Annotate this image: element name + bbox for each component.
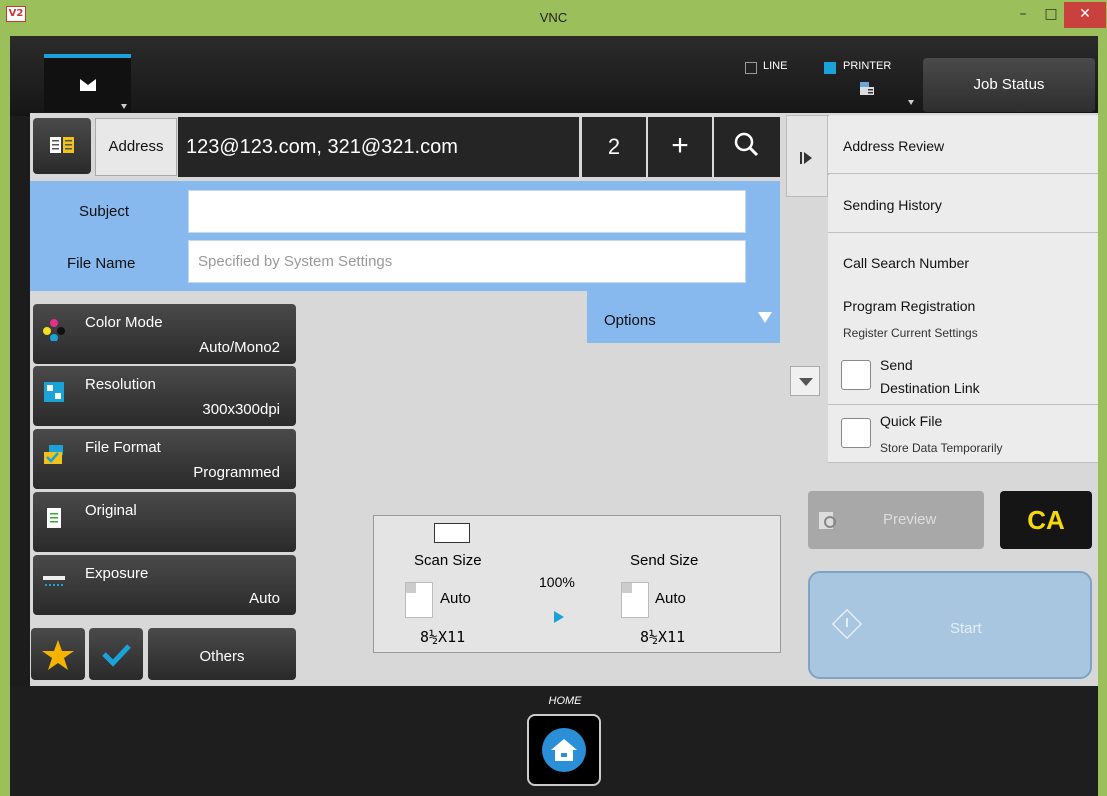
others-button[interactable]: Others — [148, 628, 296, 680]
filename-input[interactable]: Specified by System Settings — [188, 240, 746, 283]
close-button[interactable]: ✕ — [1064, 2, 1106, 28]
tray-icon — [434, 523, 470, 543]
address-label: Address — [95, 118, 177, 176]
file-format-button[interactable]: File Format Programmed — [33, 429, 296, 489]
original-icon — [47, 508, 61, 528]
program-registration-item[interactable]: Program Registration Register Current Se… — [828, 290, 1098, 348]
exposure-button[interactable]: Exposure Auto — [33, 555, 296, 615]
scroll-down-icon — [799, 378, 813, 386]
file-format-value: Programmed — [193, 464, 280, 481]
options-label: Options — [604, 312, 656, 329]
play-arrow-icon — [554, 611, 564, 623]
window-title: VNC — [539, 10, 568, 25]
start-button[interactable]: Start — [808, 571, 1092, 679]
resolution-button[interactable]: Resolution 300x300dpi — [33, 366, 296, 426]
search-address-button[interactable] — [714, 117, 780, 177]
send-destination-checkbox[interactable] — [841, 360, 871, 390]
address-book-icon — [50, 137, 74, 153]
send-size-label: Send Size — [630, 552, 699, 569]
printer-indicator-icon — [824, 62, 836, 74]
preview-button[interactable]: Preview — [808, 491, 984, 549]
search-icon — [734, 132, 759, 157]
color-mode-icon — [43, 319, 65, 341]
chevron-down-icon — [121, 104, 127, 109]
quick-file-item[interactable]: Quick File Store Data Temporarily — [828, 405, 1098, 463]
color-mode-title: Color Mode — [85, 314, 163, 331]
preview-icon — [819, 512, 836, 529]
resolution-icon — [44, 382, 64, 402]
call-search-number-item[interactable]: Call Search Number — [828, 233, 1098, 291]
home-icon — [551, 739, 577, 761]
original-button[interactable]: Original — [33, 492, 296, 552]
color-mode-button[interactable]: Color Mode Auto/Mono2 — [33, 304, 296, 364]
quick-file-label: Quick File — [880, 413, 943, 429]
call-search-number-label: Call Search Number — [843, 255, 970, 271]
star-icon — [42, 640, 74, 670]
scan-paper-icon — [405, 582, 433, 618]
printer-icon[interactable] — [859, 81, 875, 97]
home-circle-icon — [542, 728, 586, 772]
collapse-arrow-icon — [804, 152, 812, 164]
address-review-label: Address Review — [843, 138, 945, 154]
subject-input[interactable] — [188, 190, 746, 233]
printer-label: PRINTER — [843, 60, 892, 72]
send-size-value: Auto — [655, 590, 686, 607]
send-paper-size: 8½X11 — [640, 628, 686, 646]
destination-link-label: Destination Link — [880, 380, 980, 396]
color-mode-value: Auto/Mono2 — [199, 339, 280, 356]
quick-file-checkbox[interactable] — [841, 418, 871, 448]
sending-history-item[interactable]: Sending History — [828, 175, 1098, 233]
options-tab[interactable]: Options — [587, 290, 780, 343]
sending-history-label: Sending History — [843, 197, 942, 213]
checkmark-icon — [102, 644, 131, 667]
address-field[interactable]: 123@123.com, 321@321.com — [178, 117, 579, 177]
options-chevron-icon — [758, 312, 772, 323]
clear-all-button[interactable]: CA — [1000, 491, 1092, 549]
vnc-window: V2 VNC – □ ✕ LINE PRINTER Job Status Add… — [0, 0, 1107, 796]
scan-paper-size: 8½X11 — [420, 628, 466, 646]
send-label: Send — [880, 357, 913, 373]
program-registration-label: Program Registration — [843, 298, 976, 314]
file-format-title: File Format — [85, 439, 161, 456]
address-book-button[interactable] — [33, 118, 91, 174]
scroll-down-button[interactable] — [790, 366, 820, 396]
collapse-panel-button[interactable] — [786, 115, 828, 197]
favorites-button[interactable] — [31, 628, 85, 680]
exposure-value: Auto — [249, 590, 280, 607]
maximize-button[interactable]: □ — [1036, 2, 1066, 28]
exposure-title: Exposure — [85, 565, 149, 582]
send-destination-link-item[interactable]: Send Destination Link — [828, 347, 1098, 405]
start-icon — [831, 608, 863, 640]
address-count-button[interactable]: 2 — [582, 117, 646, 177]
add-address-button[interactable]: + — [648, 117, 712, 177]
home-label: HOME — [548, 695, 582, 707]
job-status-button[interactable]: Job Status — [923, 58, 1095, 112]
printer-chevron-icon — [908, 100, 914, 105]
home-button[interactable] — [527, 714, 601, 786]
check-button[interactable] — [89, 628, 143, 680]
file-format-icon — [44, 445, 63, 464]
send-paper-icon — [621, 582, 649, 618]
preview-label: Preview — [883, 511, 937, 528]
original-title: Original — [85, 502, 137, 519]
ratio-label: 100% — [539, 574, 575, 590]
resolution-title: Resolution — [85, 376, 156, 393]
envelope-icon — [80, 79, 96, 91]
collapse-bar-icon — [800, 152, 802, 164]
address-review-item[interactable]: Address Review — [828, 116, 1098, 174]
minimize-button[interactable]: – — [1008, 2, 1038, 28]
quick-file-sub: Store Data Temporarily — [880, 441, 1003, 455]
scan-size-label: Scan Size — [414, 552, 482, 569]
scan-size-value: Auto — [440, 590, 471, 607]
program-registration-sub: Register Current Settings — [843, 326, 978, 340]
email-mode-tab[interactable] — [44, 54, 131, 112]
filename-label: File Name — [67, 255, 136, 272]
title-bar: V2 VNC – □ ✕ — [0, 0, 1107, 36]
subject-label: Subject — [79, 203, 130, 220]
exposure-icon — [43, 576, 65, 586]
line-label: LINE — [763, 60, 788, 72]
line-indicator-icon — [745, 62, 757, 74]
resolution-value: 300x300dpi — [202, 401, 280, 418]
start-label: Start — [950, 620, 982, 637]
